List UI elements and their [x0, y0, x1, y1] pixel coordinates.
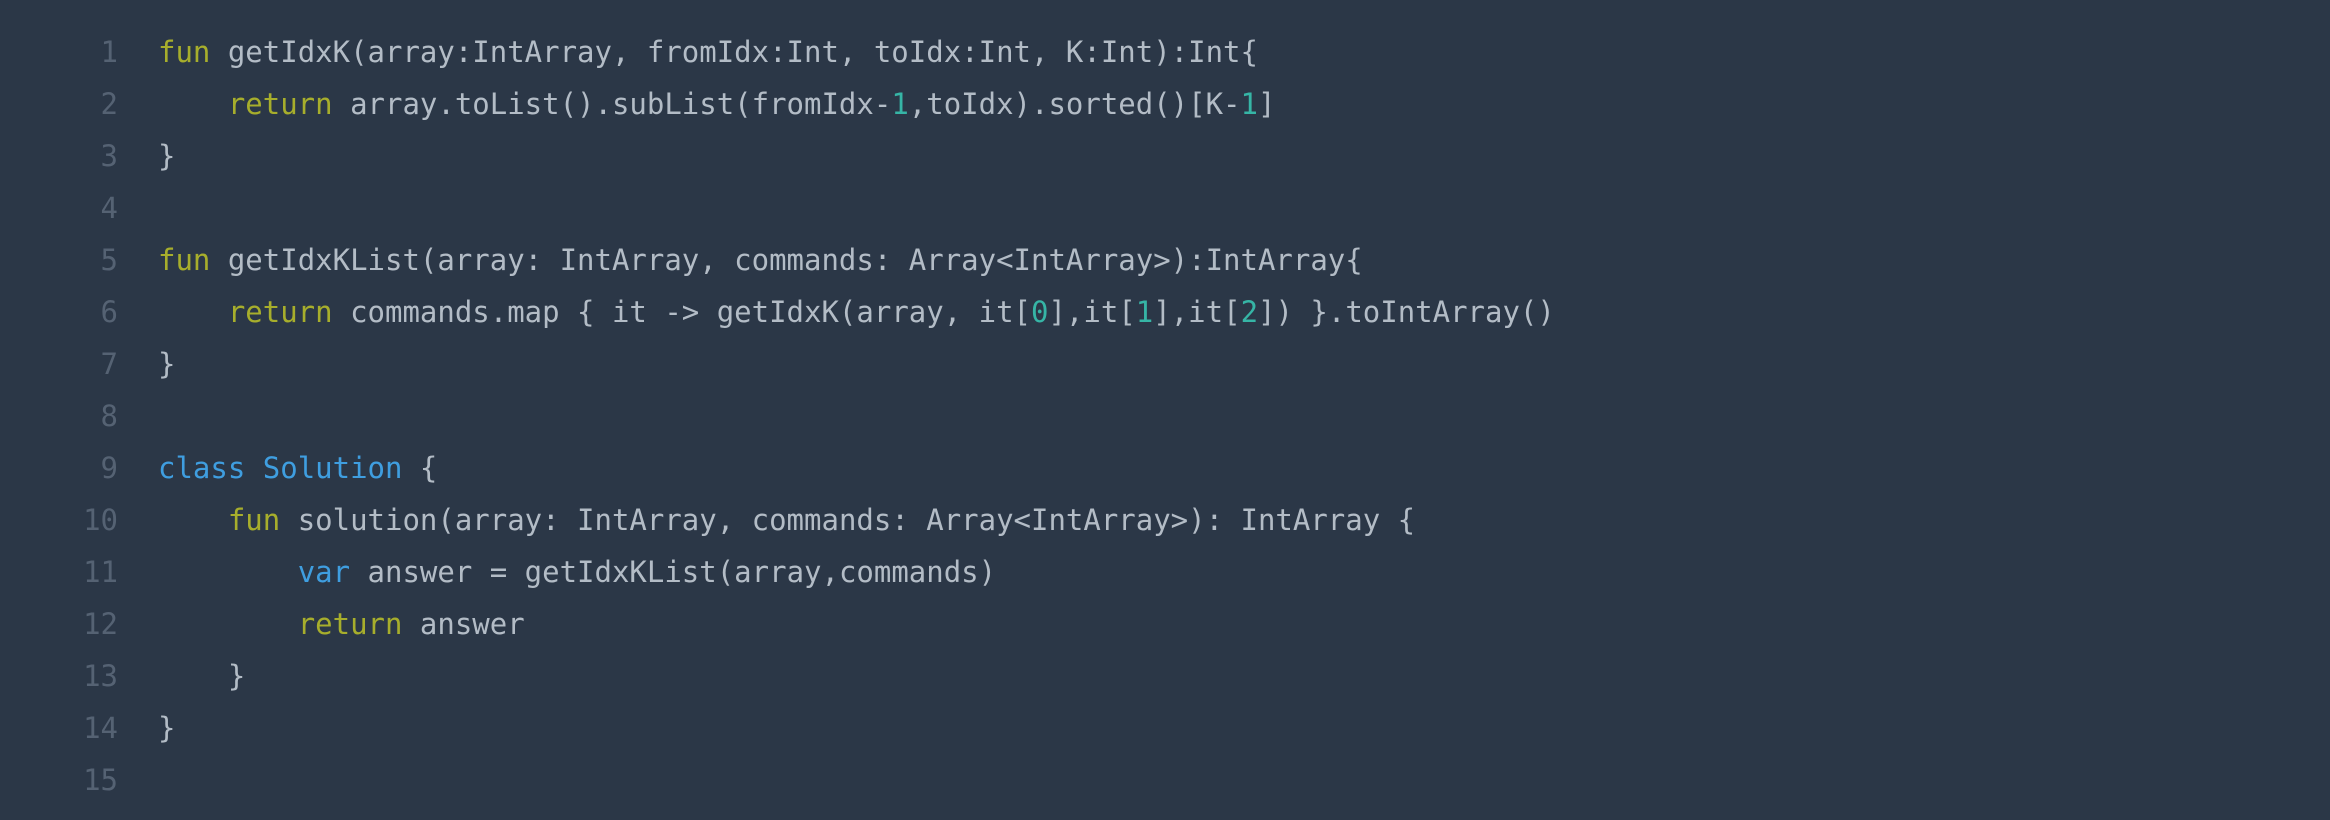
- code-token-num: 1: [891, 87, 909, 121]
- line-number: 14: [83, 711, 118, 745]
- code-token-txt: getIdxK(array:IntArray, fromIdx:Int, toI…: [210, 35, 1258, 69]
- code-line[interactable]: 11 var answer = getIdxKList(array,comman…: [0, 546, 2330, 598]
- code-token-txt: commands.map { it -> getIdxK(array, it[: [332, 295, 1031, 329]
- code-token-txt: solution(array: IntArray, commands: Arra…: [280, 503, 1416, 537]
- code-token-kw: fun: [158, 243, 211, 277]
- code-token-txt: answer = getIdxKList(array,commands): [350, 555, 997, 589]
- code-token-kw: fun: [158, 35, 211, 69]
- code-token-num: 0: [1031, 295, 1049, 329]
- code-token-txt: ]) }.toIntArray(): [1258, 295, 1555, 329]
- code-line[interactable]: 15: [0, 754, 2330, 806]
- code-token-kw: fun: [227, 503, 281, 537]
- line-code[interactable]: }: [118, 650, 245, 702]
- code-line[interactable]: 7}: [0, 338, 2330, 390]
- code-line[interactable]: 4: [0, 182, 2330, 234]
- code-token-txt: {: [402, 451, 438, 485]
- code-token-txt: }: [158, 347, 176, 381]
- code-line[interactable]: 1 fun getIdxK(array:IntArray, fromIdx:Int…: [0, 26, 2330, 78]
- code-token-num: 1: [1240, 87, 1258, 121]
- line-code[interactable]: fun getIdxKList(array: IntArray, command…: [118, 234, 1363, 286]
- code-token-txt: ],it[: [1153, 295, 1241, 329]
- code-token-txt: getIdxKList(array: IntArray, commands: A…: [210, 243, 1363, 277]
- line-code[interactable]: [118, 754, 158, 806]
- code-token-txt: }: [158, 659, 246, 693]
- line-code[interactable]: var answer = getIdxKList(array,commands): [118, 546, 996, 598]
- code-token-kw: return: [227, 295, 333, 329]
- code-token-txt: }: [158, 139, 176, 173]
- code-token-txt: array.toList().subList(fromIdx-: [332, 87, 892, 121]
- line-number: 2: [100, 87, 118, 121]
- line-number: 4: [100, 191, 118, 225]
- code-editor[interactable]: 1 fun getIdxK(array:IntArray, fromIdx:Int…: [0, 0, 2330, 820]
- line-number: 11: [83, 555, 118, 589]
- code-line[interactable]: 10 fun solution(array: IntArray, command…: [0, 494, 2330, 546]
- line-number: 9: [100, 451, 118, 485]
- line-number: 8: [100, 399, 118, 433]
- code-token-txt: answer: [402, 607, 525, 641]
- code-token-kw2: class: [158, 451, 246, 485]
- line-number: 15: [83, 763, 118, 797]
- line-code[interactable]: class Solution {: [118, 442, 437, 494]
- line-code[interactable]: }: [118, 702, 175, 754]
- code-token-txt: ]: [1257, 87, 1276, 121]
- code-token-num: 1: [1135, 295, 1154, 329]
- line-number: 7: [100, 347, 118, 381]
- code-line[interactable]: 5 fun getIdxKList(array: IntArray, comman…: [0, 234, 2330, 286]
- line-number: 13: [83, 659, 118, 693]
- code-token-num: 2: [1240, 295, 1259, 329]
- line-code[interactable]: }: [118, 338, 175, 390]
- code-token-txt: }: [158, 711, 176, 745]
- line-number: 10: [83, 503, 118, 537]
- line-number: 12: [83, 607, 118, 641]
- code-line[interactable]: 3}: [0, 130, 2330, 182]
- code-line[interactable]: 12 return answer: [0, 598, 2330, 650]
- code-line[interactable]: 2 return array.toList().subList(fromIdx-…: [0, 78, 2330, 130]
- line-code[interactable]: return answer: [118, 598, 525, 650]
- code-token-kw2: Solution: [262, 451, 403, 485]
- line-number: 3: [100, 139, 118, 173]
- line-code[interactable]: return array.toList().subList(fromIdx-1,…: [118, 78, 1276, 130]
- code-token-txt: ],it[: [1048, 295, 1136, 329]
- code-line[interactable]: 9 class Solution {: [0, 442, 2330, 494]
- code-line[interactable]: 8: [0, 390, 2330, 442]
- line-code[interactable]: fun solution(array: IntArray, commands: …: [118, 494, 1415, 546]
- line-code[interactable]: [118, 390, 158, 442]
- code-line[interactable]: 13 }: [0, 650, 2330, 702]
- code-token-kw: return: [297, 607, 403, 641]
- line-code[interactable]: return commands.map { it -> getIdxK(arra…: [118, 286, 1555, 338]
- line-number: 6: [100, 295, 118, 329]
- code-token-kw: return: [227, 87, 333, 121]
- code-line[interactable]: 6 return commands.map { it -> getIdxK(ar…: [0, 286, 2330, 338]
- code-line[interactable]: 14}: [0, 702, 2330, 754]
- code-token-txt: ,toIdx).sorted()[K-: [908, 87, 1241, 121]
- code-token-kw2: var: [297, 555, 351, 589]
- line-number: 1: [100, 35, 118, 69]
- line-code[interactable]: [118, 182, 158, 234]
- line-code[interactable]: fun getIdxK(array:IntArray, fromIdx:Int,…: [118, 26, 1258, 78]
- line-code[interactable]: }: [118, 130, 175, 182]
- line-number: 5: [100, 243, 118, 277]
